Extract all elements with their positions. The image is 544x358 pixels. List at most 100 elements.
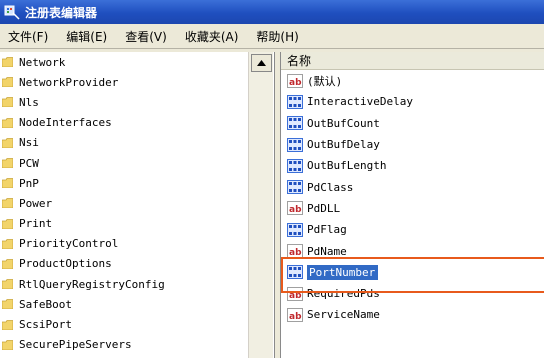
value-name: PdClass xyxy=(307,180,354,194)
svg-text:ab: ab xyxy=(289,291,302,301)
value-name: ServiceName xyxy=(307,308,380,322)
binary-value-icon xyxy=(287,94,303,109)
folder-icon xyxy=(2,77,13,88)
value-row[interactable]: PdClass xyxy=(281,176,544,197)
column-header-label: 名称 xyxy=(287,54,312,68)
tree-item-label: SafeBoot xyxy=(19,297,72,311)
folder-icon xyxy=(2,158,13,169)
tree-item-label: PCW xyxy=(19,156,39,170)
value-name: PdDLL xyxy=(307,201,341,215)
binary-value-icon xyxy=(287,158,303,173)
value-name: (默认) xyxy=(307,74,343,88)
binary-value-icon xyxy=(287,137,303,152)
menu-file[interactable]: 文件(F) xyxy=(0,28,58,45)
string-value-icon: ab xyxy=(287,307,303,322)
folder-icon xyxy=(2,198,13,209)
value-row[interactable]: ab (默认) xyxy=(281,70,544,91)
tree-item[interactable]: Nls xyxy=(0,92,274,112)
folder-icon xyxy=(2,57,13,68)
tree-item[interactable]: ProductOptions xyxy=(0,254,274,274)
string-value-icon: ab xyxy=(287,73,303,88)
menu-help[interactable]: 帮助(H) xyxy=(248,28,308,45)
tree-item-label: ProductOptions xyxy=(19,257,112,271)
folder-icon xyxy=(2,137,13,148)
value-row[interactable]: PdFlag xyxy=(281,219,544,240)
binary-value-icon xyxy=(287,265,303,280)
tree-item[interactable]: RtlQueryRegistryConfig xyxy=(0,274,274,294)
folder-icon xyxy=(2,218,13,229)
window-title: 注册表编辑器 xyxy=(25,5,98,20)
folder-icon xyxy=(2,319,13,330)
tree-item-label: PriorityControl xyxy=(19,237,119,251)
menu-edit[interactable]: 编辑(E) xyxy=(58,28,117,45)
tree-item[interactable]: SecurePipeServers xyxy=(0,335,274,355)
tree-scrollbar[interactable] xyxy=(248,52,273,358)
value-name: InteractiveDelay xyxy=(307,95,413,109)
tree-item[interactable]: PnP xyxy=(0,173,274,193)
value-row[interactable]: OutBufCount xyxy=(281,113,544,134)
svg-text:ab: ab xyxy=(289,248,302,258)
svg-text:ab: ab xyxy=(289,78,302,88)
scroll-up-button[interactable] xyxy=(251,54,272,72)
tree-item[interactable]: PCW xyxy=(0,153,274,173)
tree-item-label: PnP xyxy=(19,176,39,190)
binary-value-icon xyxy=(287,222,303,237)
value-name: PdFlag xyxy=(307,223,347,237)
tree-item-label: Nsi xyxy=(19,136,39,150)
triangle-up-icon xyxy=(257,60,266,66)
tree-item[interactable]: ScsiPort xyxy=(0,314,274,334)
value-name: OutBufCount xyxy=(307,116,380,130)
folder-icon xyxy=(2,279,13,290)
title-bar: 注册表编辑器 xyxy=(0,0,544,24)
tree-item-label: NetworkProvider xyxy=(19,75,119,89)
tree-item[interactable]: PriorityControl xyxy=(0,234,274,254)
registry-key-tree[interactable]: Network NetworkProvider Nls NodeInterfaces N… xyxy=(0,52,275,358)
menu-bar: 文件(F) 编辑(E) 查看(V) 收藏夹(A) 帮助(H) xyxy=(0,24,544,49)
binary-value-icon xyxy=(287,180,303,195)
tree-item[interactable]: Network xyxy=(0,52,274,72)
tree-item[interactable]: SafeBoot xyxy=(0,294,274,314)
tree-item[interactable]: NodeInterfaces xyxy=(0,113,274,133)
svg-text:ab: ab xyxy=(289,205,302,215)
menu-view[interactable]: 查看(V) xyxy=(117,28,177,45)
string-value-icon: ab xyxy=(287,201,303,216)
value-row[interactable]: ab PdName xyxy=(281,240,544,261)
value-name: OutBufDelay xyxy=(307,138,380,152)
svg-text:ab: ab xyxy=(289,312,302,322)
column-header-name[interactable]: 名称 xyxy=(281,52,544,70)
value-list: ab (默认) InteractiveDelay OutBufCount OutBufD… xyxy=(281,70,544,326)
value-row[interactable]: OutBufLength xyxy=(281,155,544,176)
tree-item[interactable]: Power xyxy=(0,193,274,213)
tree-item-label: Power xyxy=(19,196,53,210)
tree-list: Network NetworkProvider Nls NodeInterfaces N… xyxy=(0,52,274,355)
tree-item-label: Network xyxy=(19,55,66,69)
tree-item-label: ScsiPort xyxy=(19,318,72,332)
tree-item-label: Nls xyxy=(19,95,39,109)
folder-icon xyxy=(2,178,13,189)
binary-value-icon xyxy=(287,116,303,131)
tree-item[interactable]: NetworkProvider xyxy=(0,72,274,92)
value-row[interactable]: ab RequiredPds xyxy=(281,283,544,304)
string-value-icon: ab xyxy=(287,286,303,301)
tree-item[interactable]: Print xyxy=(0,214,274,234)
tree-item[interactable]: Nsi xyxy=(0,133,274,153)
value-row[interactable]: ab PdDLL xyxy=(281,198,544,219)
value-row[interactable]: PortNumber xyxy=(281,262,544,283)
tree-item-label: Print xyxy=(19,217,53,231)
folder-icon xyxy=(2,259,13,269)
value-row[interactable]: InteractiveDelay xyxy=(281,91,544,112)
value-row[interactable]: ab ServiceName xyxy=(281,304,544,325)
folder-icon xyxy=(2,97,13,108)
registry-value-list[interactable]: 名称 ab (默认) InteractiveDelay OutBufCount OutB… xyxy=(280,52,544,358)
folder-icon xyxy=(2,299,13,310)
value-name: RequiredPds xyxy=(307,287,380,301)
tree-item-label: RtlQueryRegistryConfig xyxy=(19,277,165,291)
folder-icon xyxy=(2,238,13,249)
folder-icon xyxy=(2,117,13,128)
menu-favorites[interactable]: 收藏夹(A) xyxy=(177,28,249,45)
value-name: PortNumber xyxy=(307,264,379,280)
value-name: OutBufLength xyxy=(307,159,387,173)
tree-item-label: NodeInterfaces xyxy=(19,116,112,130)
folder-icon xyxy=(2,339,13,350)
value-row[interactable]: OutBufDelay xyxy=(281,134,544,155)
